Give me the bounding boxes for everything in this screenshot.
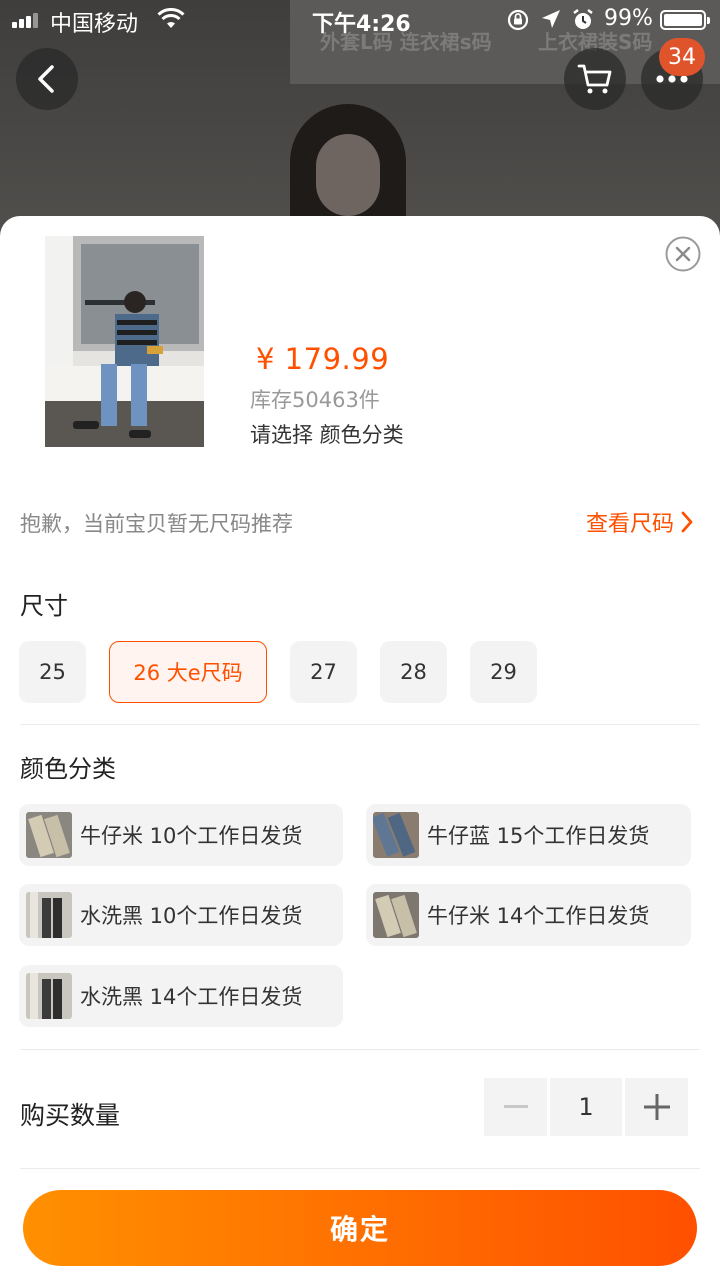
cart-icon — [577, 64, 612, 94]
product-price: ¥ 179.99 — [256, 342, 390, 376]
divider — [20, 724, 700, 725]
color-swatch-image — [373, 812, 419, 858]
color-option-label: 牛仔米 10个工作日发货 — [80, 824, 303, 848]
color-swatch-image — [26, 892, 72, 938]
size-option-27[interactable]: 27 — [290, 641, 357, 703]
size-chart-link[interactable]: 查看尺码 — [586, 506, 694, 538]
color-section-title: 颜色分类 — [20, 755, 116, 783]
close-icon — [665, 236, 701, 272]
size-option-29[interactable]: 29 — [470, 641, 537, 703]
color-option[interactable]: 水洗黑 14个工作日发货 — [19, 965, 343, 1027]
message-count-badge: 34 — [659, 38, 705, 76]
color-option-label: 牛仔米 14个工作日发货 — [427, 904, 650, 928]
minus-icon — [503, 1105, 528, 1108]
wifi-icon — [157, 7, 185, 36]
size-option-26-selected[interactable]: 26 大e尺码 — [109, 641, 267, 703]
divider — [20, 1049, 700, 1050]
color-option[interactable]: 牛仔蓝 15个工作日发货 — [366, 804, 691, 866]
battery-percent: 99% — [604, 6, 653, 31]
divider — [20, 1168, 700, 1169]
selection-prompt: 请选择 颜色分类 — [250, 423, 404, 447]
product-thumbnail[interactable] — [45, 236, 204, 447]
color-option[interactable]: 水洗黑 10个工作日发货 — [19, 884, 343, 946]
chevron-left-icon — [38, 65, 54, 93]
size-option-25[interactable]: 25 — [19, 641, 86, 703]
signal-icon — [12, 13, 38, 28]
size-option-28[interactable]: 28 — [380, 641, 447, 703]
color-swatch-image — [373, 892, 419, 938]
color-option-label: 牛仔蓝 15个工作日发货 — [427, 824, 650, 848]
color-swatch-image — [26, 973, 72, 1019]
alarm-icon — [571, 8, 595, 38]
quantity-decrement-button[interactable] — [484, 1078, 547, 1136]
quantity-stepper: 1 — [484, 1078, 688, 1136]
color-option[interactable]: 牛仔米 10个工作日发货 — [19, 804, 343, 866]
chevron-right-icon — [681, 511, 693, 533]
status-bar: 中国移动 下午4:26 99% — [0, 0, 720, 40]
size-chart-link-label: 查看尺码 — [585, 512, 674, 537]
confirm-button[interactable]: 确定 — [23, 1190, 697, 1266]
quantity-increment-button[interactable] — [625, 1078, 688, 1136]
clock: 下午4:26 — [312, 12, 411, 37]
close-button[interactable] — [665, 236, 701, 272]
stock-count: 库存50463件 — [250, 388, 380, 412]
color-option-label: 水洗黑 14个工作日发货 — [80, 985, 303, 1009]
sku-selection-sheet: ¥ 179.99 库存50463件 请选择 颜色分类 抱歉，当前宝贝暂无尺码推荐… — [0, 216, 720, 1280]
color-swatch-image — [26, 812, 72, 858]
carrier-name: 中国移动 — [50, 12, 139, 37]
quantity-value[interactable]: 1 — [550, 1078, 622, 1136]
size-recommendation-tip: 抱歉，当前宝贝暂无尺码推荐 — [20, 512, 293, 536]
back-button[interactable] — [16, 48, 78, 110]
backdrop-model-face — [316, 134, 380, 216]
size-section-title: 尺寸 — [20, 592, 68, 620]
quantity-label: 购买数量 — [20, 1101, 121, 1130]
battery-icon — [660, 10, 710, 30]
location-icon — [540, 8, 562, 36]
rotation-lock-icon — [506, 8, 530, 38]
color-option[interactable]: 牛仔米 14个工作日发货 — [366, 884, 691, 946]
cart-button[interactable] — [564, 48, 626, 110]
color-option-label: 水洗黑 10个工作日发货 — [80, 904, 303, 928]
plus-icon — [643, 1094, 670, 1120]
